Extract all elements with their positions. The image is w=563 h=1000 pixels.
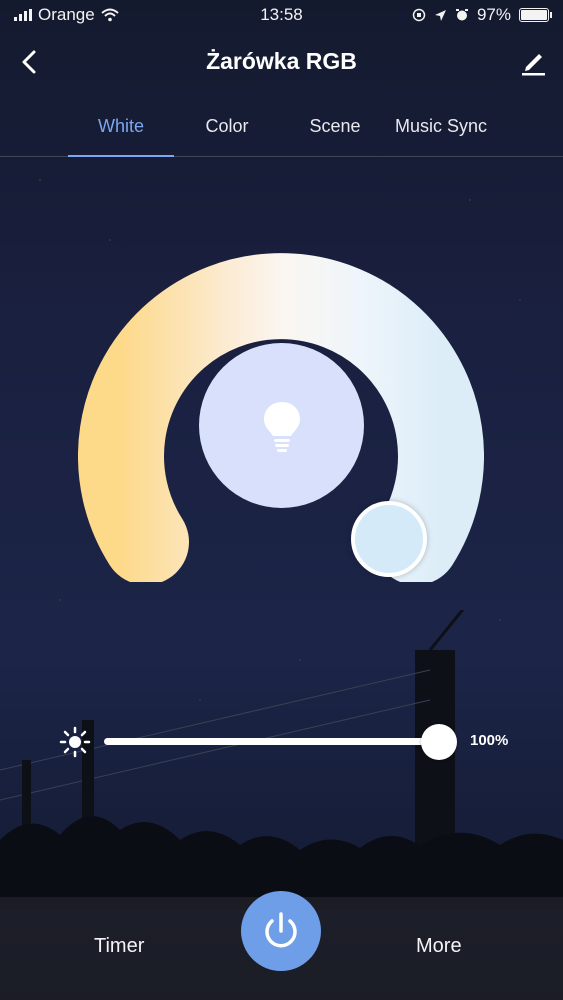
mode-tabs: White Color Scene Music Sync [0,104,563,157]
power-icon [265,912,297,948]
light-preview [199,343,364,508]
bottom-bar: Timer More [0,891,563,1000]
more-button[interactable]: More [416,935,462,958]
lightbulb-icon [263,401,300,452]
tab-white[interactable]: White [68,116,174,137]
status-bar: Orange 13:58 97% [0,0,563,30]
tab-color[interactable]: Color [182,116,272,137]
brightness-value: 100% [470,732,509,749]
battery-icon [519,8,552,22]
battery-percent: 97% [476,5,511,24]
tab-scene[interactable]: Scene [290,116,380,137]
wheel-selector-handle[interactable] [351,501,427,577]
pencil-icon[interactable] [517,46,549,78]
header: Żarówka RGB [0,30,563,94]
orientation-lock-icon [412,8,426,22]
brightness-control: 100% [0,722,563,762]
alarm-icon [455,9,468,21]
status-right: 97% [412,5,552,25]
active-tab-indicator [68,155,174,157]
tab-music-sync[interactable]: Music Sync [386,116,496,137]
sun-icon [59,726,91,758]
timer-button[interactable]: Timer [94,935,144,958]
brightness-slider-thumb[interactable] [421,724,457,760]
brightness-slider-track[interactable] [104,738,440,745]
power-button[interactable] [241,891,321,971]
page-title: Żarówka RGB [206,48,357,74]
location-icon [434,9,446,21]
